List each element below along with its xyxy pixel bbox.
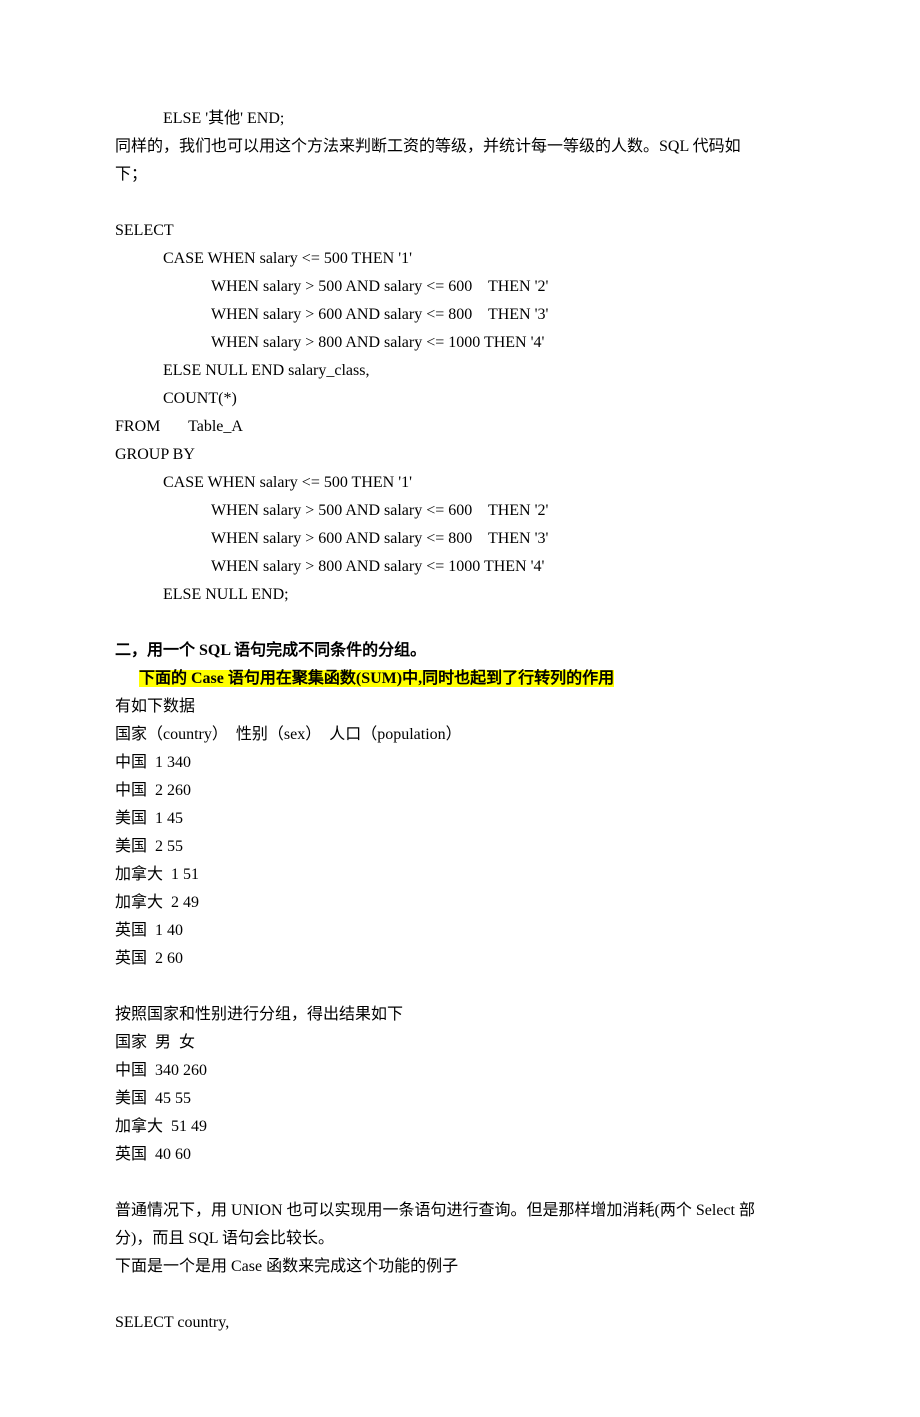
blank-line xyxy=(115,609,805,637)
document-page: ELSE '其他' END; 同样的，我们也可以用这个方法来判断工资的等级，并统… xyxy=(0,0,920,1417)
code-line: ELSE '其他' END; xyxy=(115,105,805,133)
text-line: 有如下数据 xyxy=(115,693,805,721)
table-header-line: 国家 男 女 xyxy=(115,1029,805,1057)
table-row: 加拿大 1 51 xyxy=(115,861,805,889)
text-line: 按照国家和性别进行分组，得出结果如下 xyxy=(115,1001,805,1029)
table-row: 英国 2 60 xyxy=(115,945,805,973)
table-row: 加拿大 51 49 xyxy=(115,1113,805,1141)
code-line: SELECT country, xyxy=(115,1309,805,1337)
code-line: CASE WHEN salary <= 500 THEN '1' xyxy=(115,245,805,273)
table-row: 中国 2 260 xyxy=(115,777,805,805)
code-line: WHEN salary > 500 AND salary <= 600 THEN… xyxy=(115,273,805,301)
code-line: ELSE NULL END; xyxy=(115,581,805,609)
text-line: 分)，而且 SQL 语句会比较长。 xyxy=(115,1225,805,1253)
table-header-line: 国家（country） 性别（sex） 人口（population） xyxy=(115,721,805,749)
code-line: WHEN salary > 600 AND salary <= 800 THEN… xyxy=(115,525,805,553)
table-row: 中国 340 260 xyxy=(115,1057,805,1085)
table-row: 美国 45 55 xyxy=(115,1085,805,1113)
code-line: WHEN salary > 800 AND salary <= 1000 THE… xyxy=(115,553,805,581)
blank-line xyxy=(115,1281,805,1309)
text-line: 同样的，我们也可以用这个方法来判断工资的等级，并统计每一等级的人数。SQL 代码… xyxy=(115,133,805,161)
code-line: ELSE NULL END salary_class, xyxy=(115,357,805,385)
section-heading: 二，用一个 SQL 语句完成不同条件的分组。 xyxy=(115,637,805,665)
blank-line xyxy=(115,973,805,1001)
code-line: WHEN salary > 800 AND salary <= 1000 THE… xyxy=(115,329,805,357)
code-line: SELECT xyxy=(115,217,805,245)
table-row: 英国 1 40 xyxy=(115,917,805,945)
code-line: GROUP BY xyxy=(115,441,805,469)
highlighted-text: 下面的 Case 语句用在聚集函数(SUM)中,同时也起到了行转列的作用 xyxy=(139,670,614,687)
text-line: 下面是一个是用 Case 函数来完成这个功能的例子 xyxy=(115,1253,805,1281)
text-line: 下； xyxy=(115,161,805,189)
code-line: WHEN salary > 500 AND salary <= 600 THEN… xyxy=(115,497,805,525)
code-line: FROM Table_A xyxy=(115,413,805,441)
table-row: 英国 40 60 xyxy=(115,1141,805,1169)
code-line: CASE WHEN salary <= 500 THEN '1' xyxy=(115,469,805,497)
table-row: 美国 1 45 xyxy=(115,805,805,833)
highlighted-line: 下面的 Case 语句用在聚集函数(SUM)中,同时也起到了行转列的作用 xyxy=(115,665,805,693)
code-line: WHEN salary > 600 AND salary <= 800 THEN… xyxy=(115,301,805,329)
code-line: COUNT(*) xyxy=(115,385,805,413)
text-line: 普通情况下，用 UNION 也可以实现用一条语句进行查询。但是那样增加消耗(两个… xyxy=(115,1197,805,1225)
blank-line xyxy=(115,1169,805,1197)
table-row: 加拿大 2 49 xyxy=(115,889,805,917)
table-row: 美国 2 55 xyxy=(115,833,805,861)
table-row: 中国 1 340 xyxy=(115,749,805,777)
blank-line xyxy=(115,189,805,217)
